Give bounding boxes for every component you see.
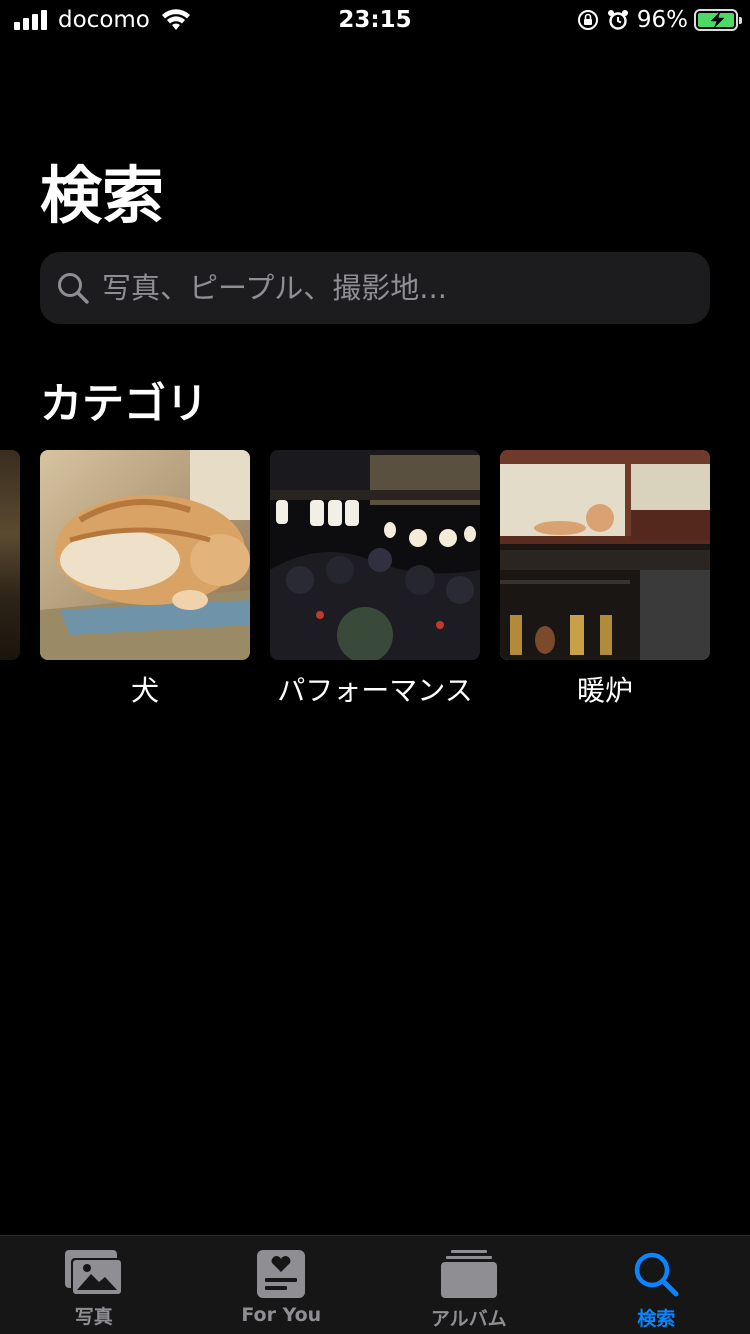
battery-percent: 96% xyxy=(636,7,688,33)
search-icon xyxy=(58,273,89,304)
category-label: 暖炉 xyxy=(576,674,633,707)
tab-bar: 写真 For You アルバム 検索 xyxy=(0,1235,750,1334)
tab-search[interactable]: 検索 xyxy=(563,1236,750,1334)
category-label: 犬 xyxy=(130,674,159,707)
search-input[interactable] xyxy=(102,271,662,305)
tab-label: 写真 xyxy=(74,1306,113,1328)
photos-icon xyxy=(64,1250,123,1296)
albums-icon xyxy=(440,1250,497,1298)
tab-label: 検索 xyxy=(637,1308,676,1330)
status-bar: docomo 23:15 96% xyxy=(0,0,750,40)
section-title: カテゴリ xyxy=(40,379,209,428)
category-card-performance[interactable]: パフォーマンス xyxy=(270,450,480,708)
search-bar[interactable] xyxy=(40,252,710,324)
search-icon xyxy=(635,1252,679,1297)
tab-albums[interactable]: アルバム xyxy=(375,1236,563,1334)
alarm-icon xyxy=(607,10,628,30)
tab-label: For You xyxy=(241,1304,322,1326)
category-partial-thumbnail[interactable] xyxy=(0,450,20,660)
tab-label: アルバム xyxy=(430,1308,507,1330)
category-thumbnail xyxy=(500,450,710,660)
category-card-dog[interactable]: 犬 xyxy=(40,450,250,708)
category-thumbnail xyxy=(40,450,250,660)
category-thumbnail xyxy=(270,450,480,660)
orientation-lock-icon xyxy=(577,10,598,30)
battery-icon xyxy=(694,9,742,31)
for-you-icon xyxy=(257,1250,306,1298)
category-card-fireplace[interactable]: 暖炉 xyxy=(500,450,710,708)
category-label: パフォーマンス xyxy=(277,674,473,707)
page-title: 検索 xyxy=(40,159,165,232)
tab-photos[interactable]: 写真 xyxy=(0,1236,188,1334)
tab-for-you[interactable]: For You xyxy=(188,1236,376,1334)
